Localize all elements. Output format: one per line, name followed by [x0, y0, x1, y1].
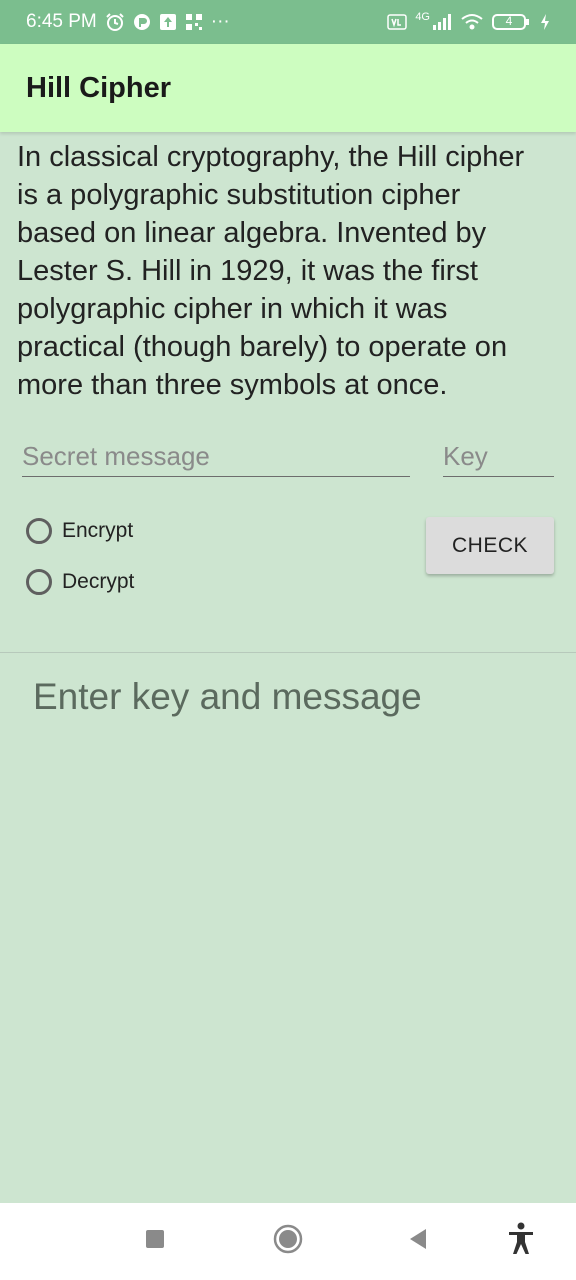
status-bar-left: 6:45 PM ···	[26, 11, 230, 33]
battery-icon: 4	[492, 12, 532, 32]
key-field[interactable]	[443, 436, 554, 477]
volte-icon	[387, 13, 408, 31]
secret-message-field[interactable]	[22, 436, 410, 477]
home-icon	[273, 1224, 303, 1259]
more-notifications-icon: ···	[210, 11, 230, 32]
check-button[interactable]: CHECK	[426, 517, 554, 574]
recents-button[interactable]	[130, 1203, 180, 1280]
navigation-bar	[0, 1203, 576, 1280]
signal-icon	[432, 13, 452, 31]
battery-level: 4	[505, 14, 513, 28]
status-bar-right: 4G 4	[387, 11, 550, 32]
result-text: Enter key and message	[33, 676, 422, 717]
decrypt-radio-circle[interactable]	[26, 569, 52, 595]
charging-icon	[540, 13, 550, 31]
alarm-icon	[105, 12, 125, 32]
app-bar: Hill Cipher	[0, 44, 576, 132]
back-icon	[408, 1228, 428, 1255]
recents-icon	[145, 1229, 165, 1254]
app-title: Hill Cipher	[26, 71, 172, 104]
back-button[interactable]	[393, 1203, 443, 1280]
wifi-icon	[460, 13, 484, 31]
decrypt-radio[interactable]: Decrypt	[26, 569, 134, 595]
encrypt-label: Encrypt	[62, 519, 134, 542]
accessibility-button[interactable]	[496, 1203, 546, 1280]
key-input[interactable]	[443, 436, 554, 476]
accessibility-icon	[506, 1222, 536, 1261]
qr-icon	[185, 13, 203, 31]
status-time: 6:45 PM	[26, 11, 97, 32]
home-button[interactable]	[263, 1203, 313, 1280]
decrypt-label: Decrypt	[62, 570, 135, 593]
network-type: 4G	[415, 11, 430, 23]
cipher-description: In classical cryptography, the Hill ciph…	[17, 141, 525, 401]
encrypt-radio[interactable]: Encrypt	[26, 518, 133, 544]
secret-message-input[interactable]	[22, 436, 410, 476]
encrypt-radio-circle[interactable]	[26, 518, 52, 544]
divider	[0, 652, 576, 653]
upload-icon	[159, 13, 177, 31]
app-notification-icon	[133, 13, 151, 31]
status-bar: 6:45 PM ··· 4G 4	[0, 0, 576, 44]
